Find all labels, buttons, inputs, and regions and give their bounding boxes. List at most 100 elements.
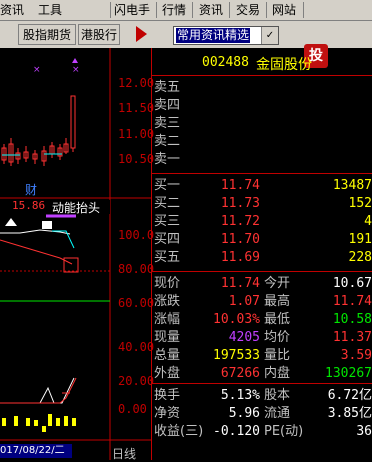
- bid-label: 买四: [154, 232, 181, 247]
- ask-label: 卖一: [154, 152, 181, 167]
- stat-row: 现量 4205 均价 11.37: [152, 329, 372, 346]
- arrow-up-icon: [5, 218, 17, 226]
- indicator-label: 动能抬头: [52, 201, 101, 215]
- stat-value: 67266: [220, 366, 260, 381]
- stat-label: 今开: [264, 276, 291, 291]
- bid-volume: 228: [348, 250, 372, 265]
- menu-separator: [156, 2, 157, 18]
- divider: [152, 271, 372, 272]
- stat-value: 10.58: [332, 312, 372, 327]
- stat-value: 10.67: [332, 276, 372, 291]
- candle: [70, 95, 76, 149]
- bid-volume: 152: [348, 196, 372, 211]
- osc-tick: 20.00: [118, 374, 155, 388]
- osc-tick: 0.00: [118, 402, 147, 416]
- stat-label: 外盘: [154, 366, 181, 381]
- bid-row[interactable]: 买三 11.72 4: [152, 213, 372, 230]
- ask-row: 卖三: [152, 115, 372, 132]
- date-label: 017/08/22/二: [0, 444, 72, 458]
- stat-label: 现价: [154, 276, 181, 291]
- stat-label: 量比: [264, 348, 291, 363]
- stat-value: 130267: [325, 366, 372, 381]
- financial-tag[interactable]: 财: [25, 181, 37, 198]
- divider: [152, 383, 372, 384]
- ask-label: 卖四: [154, 98, 181, 113]
- stat-label: 现量: [154, 330, 181, 345]
- stat-label: 最高: [264, 294, 291, 309]
- stat-label: 内盘: [264, 366, 291, 381]
- stat-value: 3.85亿: [327, 406, 372, 421]
- volume-bars: [2, 414, 76, 426]
- stat-label: 最低: [264, 312, 291, 327]
- hk-stock-button[interactable]: 港股行: [78, 24, 120, 45]
- divider: [152, 75, 372, 76]
- stat-label: 流通: [264, 406, 291, 421]
- stat-value: -0.120: [213, 424, 260, 439]
- menu-website[interactable]: 网站: [272, 2, 296, 18]
- bid-volume: 4: [364, 214, 372, 229]
- bid-volume: 13487: [332, 178, 372, 193]
- stat-row: 涨跌 1.07 最高 11.74: [152, 293, 372, 310]
- menu-trade[interactable]: 交易: [236, 2, 260, 18]
- stock-code: 002488: [202, 55, 249, 70]
- stat-label: 换手: [154, 388, 181, 403]
- stat-value: 10.03%: [213, 312, 260, 327]
- osc-tick: 40.00: [118, 340, 155, 354]
- stat-label: 均价: [264, 330, 291, 345]
- bid-row[interactable]: 买二 11.73 152: [152, 195, 372, 212]
- tab-daily[interactable]: 日线: [112, 445, 136, 462]
- news-select[interactable]: 常用资讯精选 ✓: [173, 26, 279, 45]
- ask-label: 卖三: [154, 116, 181, 131]
- bid-row[interactable]: 买四 11.70 191: [152, 231, 372, 248]
- toolbar: 股指期货 港股行 常用资讯精选 ✓ 投 投资网: [0, 21, 372, 68]
- stat-value: 11.74: [220, 276, 260, 291]
- stat-value: 11.37: [332, 330, 372, 345]
- menu-info[interactable]: 资讯: [0, 2, 24, 18]
- ask-row: 卖四: [152, 97, 372, 114]
- indicator-value: 15.86: [12, 199, 46, 212]
- osc-tick: 100.0: [118, 228, 155, 242]
- stat-value: 36: [356, 424, 372, 439]
- bid-row[interactable]: 买一 11.74 13487: [152, 177, 372, 194]
- menu-market[interactable]: 行情: [162, 2, 186, 18]
- stat-label: 总量: [154, 348, 181, 363]
- indicator-block: [42, 221, 52, 229]
- marker-icon: ×: [72, 65, 80, 75]
- osc-tick: 80.00: [118, 262, 155, 276]
- price-tick: 11.00: [118, 127, 155, 141]
- ask-row: 卖二: [152, 133, 372, 150]
- stat-row: 外盘 67266 内盘 130267: [152, 365, 372, 382]
- stat-row: 涨幅 10.03% 最低 10.58: [152, 311, 372, 328]
- menu-separator: [303, 2, 304, 18]
- stat-label: 股本: [264, 388, 291, 403]
- bid-price: 11.72: [220, 214, 260, 229]
- bid-volume: 191: [348, 232, 372, 247]
- bid-row[interactable]: 买五 11.69 228: [152, 249, 372, 266]
- bid-label: 买一: [154, 178, 181, 193]
- stat-value: 1.07: [228, 294, 260, 309]
- menu-news[interactable]: 资讯: [199, 2, 223, 18]
- bid-label: 买二: [154, 196, 181, 211]
- divider: [152, 173, 372, 174]
- stat-label: 收益(三): [154, 424, 204, 439]
- stat-label: 净资: [154, 406, 181, 421]
- bid-price: 11.70: [220, 232, 260, 247]
- futures-button[interactable]: 股指期货: [18, 24, 76, 45]
- osc-tick: 60.00: [118, 296, 155, 310]
- bid-price: 11.69: [220, 250, 260, 265]
- menu-separator: [192, 2, 193, 18]
- stat-value: 11.74: [332, 294, 372, 309]
- bid-label: 买三: [154, 214, 181, 229]
- indicator-line: [52, 230, 75, 249]
- bid-price: 11.74: [220, 178, 260, 193]
- marker-icon: [72, 58, 78, 63]
- scroll-right-icon[interactable]: [136, 26, 147, 42]
- stat-value: 4205: [228, 330, 260, 345]
- menu-tools[interactable]: 工具: [38, 2, 62, 18]
- chevron-down-icon[interactable]: ✓: [261, 27, 278, 44]
- chart-panel[interactable]: × × 12.00 11.50 11.00 10.50 财 15.86 动能抬头…: [0, 48, 155, 462]
- price-tick: 10.50: [118, 152, 155, 166]
- menu-flash-trade[interactable]: 闪电手: [114, 2, 150, 18]
- stat-row: 现价 11.74 今开 10.67: [152, 275, 372, 292]
- news-select-value: 常用资讯精选: [176, 28, 251, 43]
